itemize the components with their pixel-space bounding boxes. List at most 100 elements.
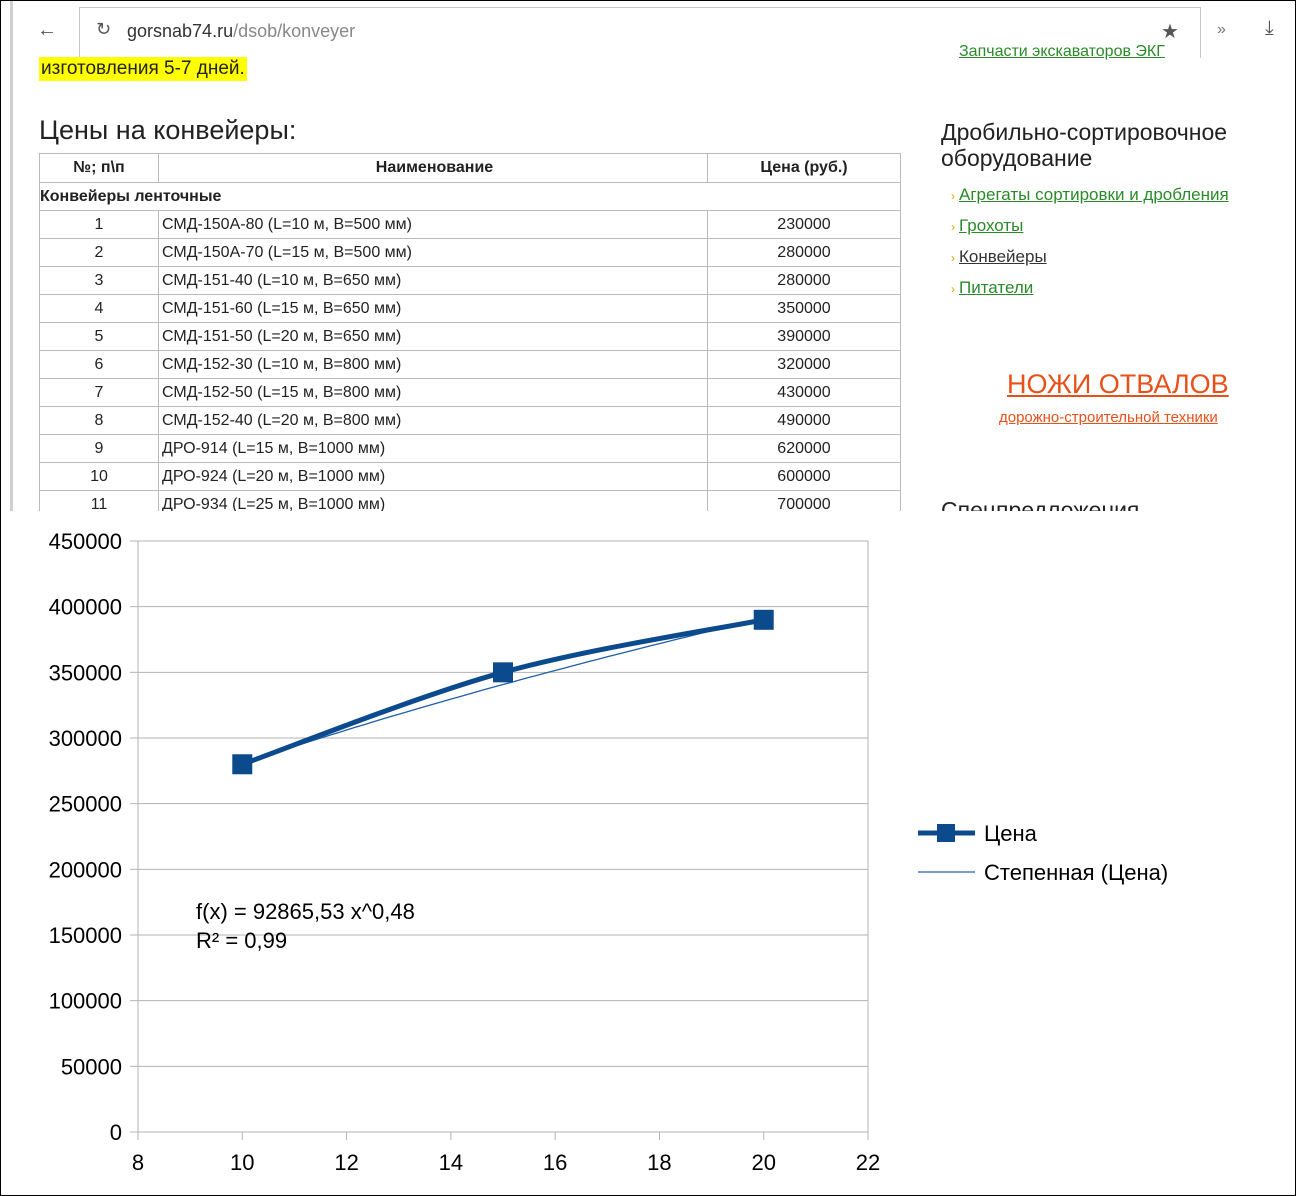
chevron-right-icon: › — [951, 220, 955, 234]
trendline — [242, 617, 764, 765]
sidebar-heading-line2: оборудование — [941, 145, 1093, 171]
legend-trend-label: Степенная (Цена) — [984, 860, 1168, 885]
row-name: ДРО-924 (L=20 м, B=1000 мм) — [158, 462, 708, 491]
page-title: Цены на конвейеры: — [39, 115, 297, 145]
row-price: 390000 — [707, 322, 901, 351]
row-number: 10 — [39, 462, 159, 491]
legend-label: Цена — [984, 821, 1038, 846]
table-row: 5 СМД-151-50 (L=20 м, B=650 мм) 390000 — [39, 322, 901, 351]
row-price: 280000 — [707, 238, 901, 267]
window-edge — [10, 1, 13, 511]
row-name: СМД-151-40 (L=10 м, B=650 мм) — [158, 266, 708, 295]
url-text[interactable]: gorsnab74.ru/dsob/konveyer — [127, 21, 355, 42]
sidebar-item-label[interactable]: Конвейеры — [959, 247, 1047, 266]
browser-window: ← ↻ gorsnab74.ru/dsob/konveyer ★ » ⤓ изг… — [1, 1, 1294, 511]
reload-icon[interactable]: ↻ — [96, 19, 111, 40]
sidebar-item-label[interactable]: Питатели — [959, 278, 1033, 297]
y-tick-label: 50000 — [61, 1054, 122, 1079]
table-row: 10 ДРО-924 (L=20 м, B=1000 мм) 600000 — [39, 462, 901, 491]
y-tick-label: 400000 — [49, 595, 122, 620]
row-price: 320000 — [707, 350, 901, 379]
table-row: 8 СМД-152-40 (L=20 м, B=800 мм) 490000 — [39, 406, 901, 435]
header-number: №; п\п — [39, 153, 159, 183]
more-extensions-icon[interactable]: » — [1217, 21, 1226, 39]
promo-link[interactable]: НОЖИ ОТВАЛОВ — [1007, 369, 1229, 400]
row-number: 5 — [39, 322, 159, 351]
row-name: СМД-151-50 (L=20 м, B=650 мм) — [158, 322, 708, 351]
row-name: СМД-151-60 (L=15 м, B=650 мм) — [158, 294, 708, 323]
series-line — [241, 617, 765, 767]
chevron-right-icon: › — [951, 189, 955, 203]
x-tick-label: 22 — [856, 1150, 880, 1175]
row-price: 280000 — [707, 266, 901, 295]
x-tick-label: 20 — [751, 1150, 775, 1175]
row-number: 11 — [39, 490, 159, 511]
y-tick-label: 100000 — [49, 989, 122, 1014]
row-number: 4 — [39, 294, 159, 323]
sidebar-item[interactable]: › Грохоты — [951, 210, 1229, 241]
row-price: 600000 — [707, 462, 901, 491]
x-tick-label: 16 — [543, 1150, 567, 1175]
row-name: СМД-152-40 (L=20 м, B=800 мм) — [158, 406, 708, 435]
sidebar-item[interactable]: › Агрегаты сортировки и дробления — [951, 179, 1229, 210]
y-tick-label: 450000 — [49, 529, 122, 554]
chevron-right-icon: › — [951, 251, 955, 265]
x-tick-label: 14 — [439, 1150, 463, 1175]
bookmark-star-icon[interactable]: ★ — [1161, 19, 1179, 44]
sidebar-heading-line1: Дробильно-сортировочное — [941, 119, 1228, 145]
table-row: 3 СМД-151-40 (L=10 м, B=650 мм) 280000 — [39, 266, 901, 295]
row-name: СМД-150А-80 (L=10 м, B=500 мм) — [158, 210, 708, 239]
sidebar-item[interactable]: › Питатели — [951, 272, 1229, 303]
y-tick-label: 300000 — [49, 726, 122, 751]
table-row: 6 СМД-152-30 (L=10 м, B=800 мм) 320000 — [39, 350, 901, 379]
promo-sub-link[interactable]: дорожно-строительной техники — [999, 409, 1218, 426]
sidebar-item[interactable]: › Конвейеры — [951, 241, 1229, 272]
y-tick-label: 200000 — [49, 857, 122, 882]
row-number: 8 — [39, 406, 159, 435]
row-number: 1 — [39, 210, 159, 239]
y-tick-label: 350000 — [49, 660, 122, 685]
row-price: 700000 — [707, 490, 901, 511]
row-name: ДРО-914 (L=15 м, B=1000 мм) — [158, 434, 708, 463]
row-price: 490000 — [707, 406, 901, 435]
header-price: Цена (руб.) — [707, 153, 901, 183]
row-name: СМД-152-30 (L=10 м, B=800 мм) — [158, 350, 708, 379]
row-name: ДРО-934 (L=25 м, B=1000 мм) — [158, 490, 708, 511]
row-number: 2 — [39, 238, 159, 267]
table-row: 4 СМД-151-60 (L=15 м, B=650 мм) 350000 — [39, 294, 901, 323]
row-price: 230000 — [707, 210, 901, 239]
sidebar-heading: Дробильно-сортировочное оборудование — [941, 119, 1229, 171]
data-point — [493, 662, 513, 683]
data-point — [753, 609, 774, 630]
table-row: 7 СМД-152-50 (L=15 м, B=800 мм) 430000 — [39, 378, 901, 407]
trendline-equation: f(x) = 92865,53 x^0,48 — [196, 899, 415, 924]
sidebar-item-label[interactable]: Агрегаты сортировки и дробления — [959, 185, 1229, 204]
chevron-right-icon: › — [951, 282, 955, 296]
y-tick-label: 0 — [110, 1120, 122, 1145]
url-host: gorsnab74.ru — [127, 21, 234, 41]
cropped-sidebar-link[interactable]: Запчасти экскаваторов ЭКГ — [959, 43, 1165, 61]
sidebar-item-label[interactable]: Грохоты — [959, 216, 1023, 235]
x-tick-label: 12 — [334, 1150, 358, 1175]
trendline-r2: R² = 0,99 — [196, 928, 287, 953]
price-table: №; п\п Наименование Цена (руб.) Конвейер… — [39, 153, 901, 511]
x-tick-label: 18 — [647, 1150, 671, 1175]
y-tick-label: 150000 — [49, 923, 122, 948]
row-number: 9 — [39, 434, 159, 463]
table-row: 11 ДРО-934 (L=25 м, B=1000 мм) 700000 — [39, 490, 901, 511]
sidebar: Дробильно-сортировочное оборудование › Агр… — [941, 119, 1229, 303]
row-number: 6 — [39, 350, 159, 379]
table-row: 1 СМД-150А-80 (L=10 м, B=500 мм) 230000 — [39, 210, 901, 239]
download-icon[interactable]: ⤓ — [1265, 17, 1274, 40]
row-price: 620000 — [707, 434, 901, 463]
row-name: СМД-152-50 (L=15 м, B=800 мм) — [158, 378, 708, 407]
x-tick-label: 8 — [132, 1150, 144, 1175]
sidebar-list: › Агрегаты сортировки и дробления › Грохоты… — [951, 179, 1229, 303]
header-name: Наименование — [158, 153, 708, 183]
row-number: 3 — [39, 266, 159, 295]
special-offers-heading: Спецпредложения — [941, 497, 1140, 511]
legend-marker — [937, 824, 955, 842]
y-tick-label: 250000 — [49, 792, 122, 817]
url-path: /dsob/konveyer — [233, 21, 356, 41]
back-icon[interactable]: ← — [37, 19, 57, 42]
